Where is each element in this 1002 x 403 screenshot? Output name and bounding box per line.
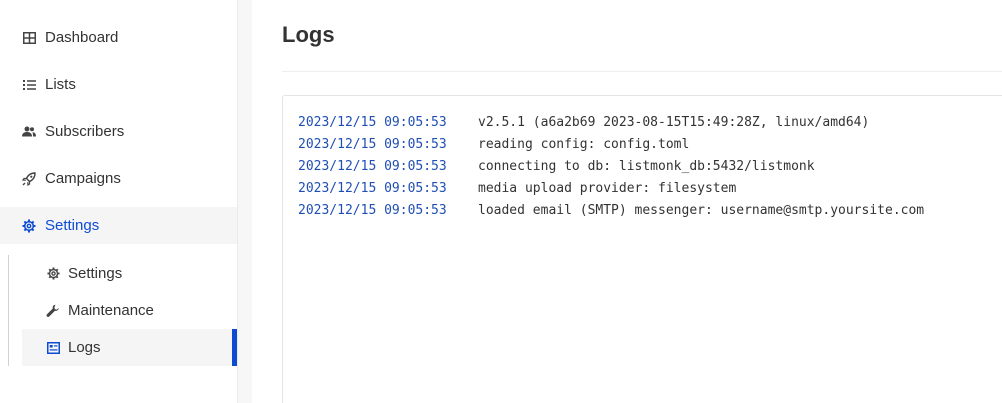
gear-icon — [22, 219, 36, 233]
log-timestamp: 2023/12/15 09:05:53 — [298, 181, 447, 196]
log-timestamp: 2023/12/15 09:05:53 — [298, 203, 447, 218]
sidebar-item-label: Subscribers — [45, 123, 125, 140]
page-title: Logs — [282, 22, 335, 47]
log-line: 2023/12/15 09:05:53 connecting to db: lis… — [298, 156, 1002, 178]
log-timestamp: 2023/12/15 09:05:53 — [298, 159, 447, 174]
sidebar-subitem-label: Settings — [68, 265, 123, 282]
sidebar-item-subscribers[interactable]: Subscribers — [0, 113, 237, 150]
logs-icon — [46, 341, 60, 355]
sidebar-item-campaigns[interactable]: Campaigns — [0, 160, 237, 197]
sidebar-item-lists[interactable]: Lists — [0, 66, 237, 103]
sidebar-item-settings[interactable]: Settings — [0, 207, 237, 244]
sidebar-item-label: Lists — [45, 76, 76, 93]
log-viewer[interactable]: 2023/12/15 09:05:53 v2.5.1 (a6a2b69 2023-… — [282, 95, 1002, 403]
sidebar-subitem-settings[interactable]: Settings — [22, 255, 237, 292]
list-icon — [22, 78, 36, 92]
log-message: connecting to db: listmonk_db:5432/listm… — [478, 159, 815, 174]
log-message: v2.5.1 (a6a2b69 2023-08-15T15:49:28Z, li… — [478, 115, 870, 130]
sidebar-item-dashboard[interactable]: Dashboard — [0, 19, 237, 56]
rocket-icon — [22, 171, 36, 186]
dashboard-icon — [22, 31, 36, 45]
sidebar-item-label: Settings — [45, 217, 100, 234]
gear-icon — [46, 267, 60, 281]
title-divider — [282, 71, 1002, 72]
log-line: 2023/12/15 09:05:53 loaded email (SMTP) m… — [298, 200, 1002, 222]
sidebar: Dashboard Lists Subscribers Campaigns Se… — [0, 0, 237, 403]
log-message: reading config: config.toml — [478, 137, 690, 152]
sidebar-subitem-label: Maintenance — [68, 302, 154, 319]
log-timestamp: 2023/12/15 09:05:53 — [298, 115, 447, 130]
submenu-divider — [8, 255, 9, 366]
sidebar-subitem-maintenance[interactable]: Maintenance — [22, 292, 237, 329]
sidebar-item-label: Dashboard — [45, 29, 119, 46]
sidebar-gutter — [237, 0, 252, 403]
sidebar-subitem-label: Logs — [68, 339, 101, 356]
log-message: media upload provider: filesystem — [478, 181, 737, 196]
sidebar-item-label: Campaigns — [45, 170, 121, 187]
wrench-icon — [46, 304, 60, 318]
log-line: 2023/12/15 09:05:53 media upload provider… — [298, 178, 1002, 200]
log-message: loaded email (SMTP) messenger: username@… — [478, 203, 925, 218]
log-timestamp: 2023/12/15 09:05:53 — [298, 137, 447, 152]
users-icon — [22, 125, 36, 139]
log-line: 2023/12/15 09:05:53 v2.5.1 (a6a2b69 2023-… — [298, 112, 1002, 134]
log-line: 2023/12/15 09:05:53 reading config: confi… — [298, 134, 1002, 156]
sidebar-subitem-logs[interactable]: Logs — [22, 329, 237, 366]
